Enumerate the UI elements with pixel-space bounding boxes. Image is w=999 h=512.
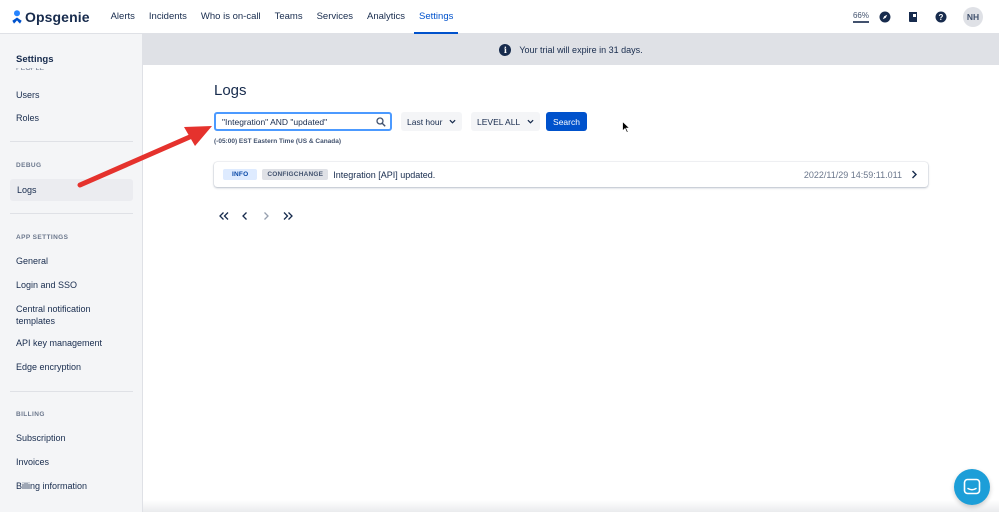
nav-right-tools: 66% ? NH: [852, 0, 983, 34]
battery-indicator: 66%: [852, 11, 869, 23]
nav-analytics[interactable]: Analytics: [360, 0, 412, 34]
sidebar-title: Settings: [16, 54, 54, 65]
log-message: Integration [API] updated.: [333, 169, 436, 180]
sidebar-item-logs[interactable]: Logs: [10, 179, 133, 201]
top-navigation: Opsgenie Alerts Incidents Who is on-call…: [0, 0, 999, 34]
log-search-field[interactable]: [214, 112, 392, 131]
log-timestamp: 2022/11/29 14:59:11.011: [803, 169, 902, 180]
settings-sidebar: Settings PEOPLE Users Roles DEBUG Logs A…: [0, 34, 143, 512]
logo-text: Opsgenie: [25, 8, 90, 25]
sidebar-item-roles[interactable]: Roles: [16, 113, 39, 123]
first-page-button[interactable]: [218, 210, 230, 222]
chevron-down-icon: [527, 119, 534, 124]
sidebar-item-api-key-management[interactable]: API key management: [16, 338, 102, 348]
sidebar-section-people: PEOPLE: [16, 68, 45, 72]
opsgenie-logo-icon: [12, 9, 22, 24]
sidebar-section-debug: DEBUG: [16, 162, 42, 169]
chevron-right-icon: [264, 212, 269, 220]
nav-settings[interactable]: Settings: [412, 0, 460, 34]
time-range-value: Last hour: [407, 116, 443, 127]
sidebar-item-invoices[interactable]: Invoices: [16, 457, 49, 467]
sidebar-item-users[interactable]: Users: [16, 90, 40, 100]
nav-incidents[interactable]: Incidents: [142, 0, 194, 34]
nav-who-is-on-call[interactable]: Who is on-call: [194, 0, 268, 34]
trial-banner-text: Your trial will expire in 31 days.: [519, 44, 643, 55]
sidebar-item-general[interactable]: General: [16, 256, 48, 266]
nav-teams[interactable]: Teams: [268, 0, 310, 34]
info-icon: i: [499, 43, 512, 56]
whats-new-icon[interactable]: [907, 11, 919, 23]
chevron-right-icon[interactable]: [910, 170, 918, 179]
last-page-button[interactable]: [282, 210, 294, 222]
sidebar-divider: [10, 141, 133, 142]
page-title: Logs: [214, 82, 247, 99]
double-chevron-left-icon: [219, 212, 229, 220]
timezone-hint: (-05:00) EST Eastern Time (US & Canada): [214, 138, 342, 145]
next-page-button[interactable]: [260, 210, 272, 222]
search-icon[interactable]: [376, 117, 386, 127]
double-chevron-right-icon: [283, 212, 293, 220]
bottom-shade: [143, 500, 999, 512]
trial-banner: i Your trial will expire in 31 days.: [143, 34, 999, 65]
opsgenie-logo[interactable]: Opsgenie: [12, 9, 90, 25]
sidebar-item-login-and-sso[interactable]: Login and SSO: [16, 280, 77, 290]
chat-icon: [963, 478, 981, 495]
svg-text:?: ?: [939, 13, 944, 22]
sidebar-divider: [10, 391, 133, 392]
log-type-badge: CONFIGCHANGE: [262, 169, 329, 180]
time-range-dropdown[interactable]: Last hour: [401, 112, 463, 131]
sidebar-divider: [10, 213, 133, 214]
sidebar-item-billing-information[interactable]: Billing information: [16, 481, 87, 491]
search-button[interactable]: Search: [546, 112, 587, 131]
mouse-cursor-icon: [622, 121, 630, 133]
chevron-down-icon: [449, 119, 457, 124]
annotation-arrow: [77, 126, 212, 188]
compass-icon[interactable]: [879, 11, 891, 23]
sidebar-item-subscription[interactable]: Subscription: [16, 433, 66, 443]
help-icon[interactable]: ?: [935, 11, 947, 23]
user-avatar[interactable]: NH: [963, 7, 983, 27]
log-level-badge: INFO: [223, 169, 258, 180]
level-value: LEVEL ALL: [477, 116, 521, 127]
sidebar-item-central-notification-templates[interactable]: Central notification templates: [16, 303, 116, 327]
nav-services[interactable]: Services: [310, 0, 360, 34]
sidebar-item-edge-encryption[interactable]: Edge encryption: [16, 362, 81, 372]
previous-page-button[interactable]: [239, 210, 251, 222]
sidebar-section-billing: BILLING: [16, 411, 45, 418]
nav-alerts[interactable]: Alerts: [104, 0, 142, 34]
log-search-input[interactable]: [222, 116, 372, 127]
level-dropdown[interactable]: LEVEL ALL: [471, 112, 541, 131]
log-row[interactable]: INFO CONFIGCHANGE Integration [API] upda…: [214, 162, 928, 187]
sidebar-section-app-settings: APP SETTINGS: [16, 234, 69, 241]
chat-support-button[interactable]: [954, 469, 990, 505]
chevron-left-icon: [242, 212, 247, 220]
